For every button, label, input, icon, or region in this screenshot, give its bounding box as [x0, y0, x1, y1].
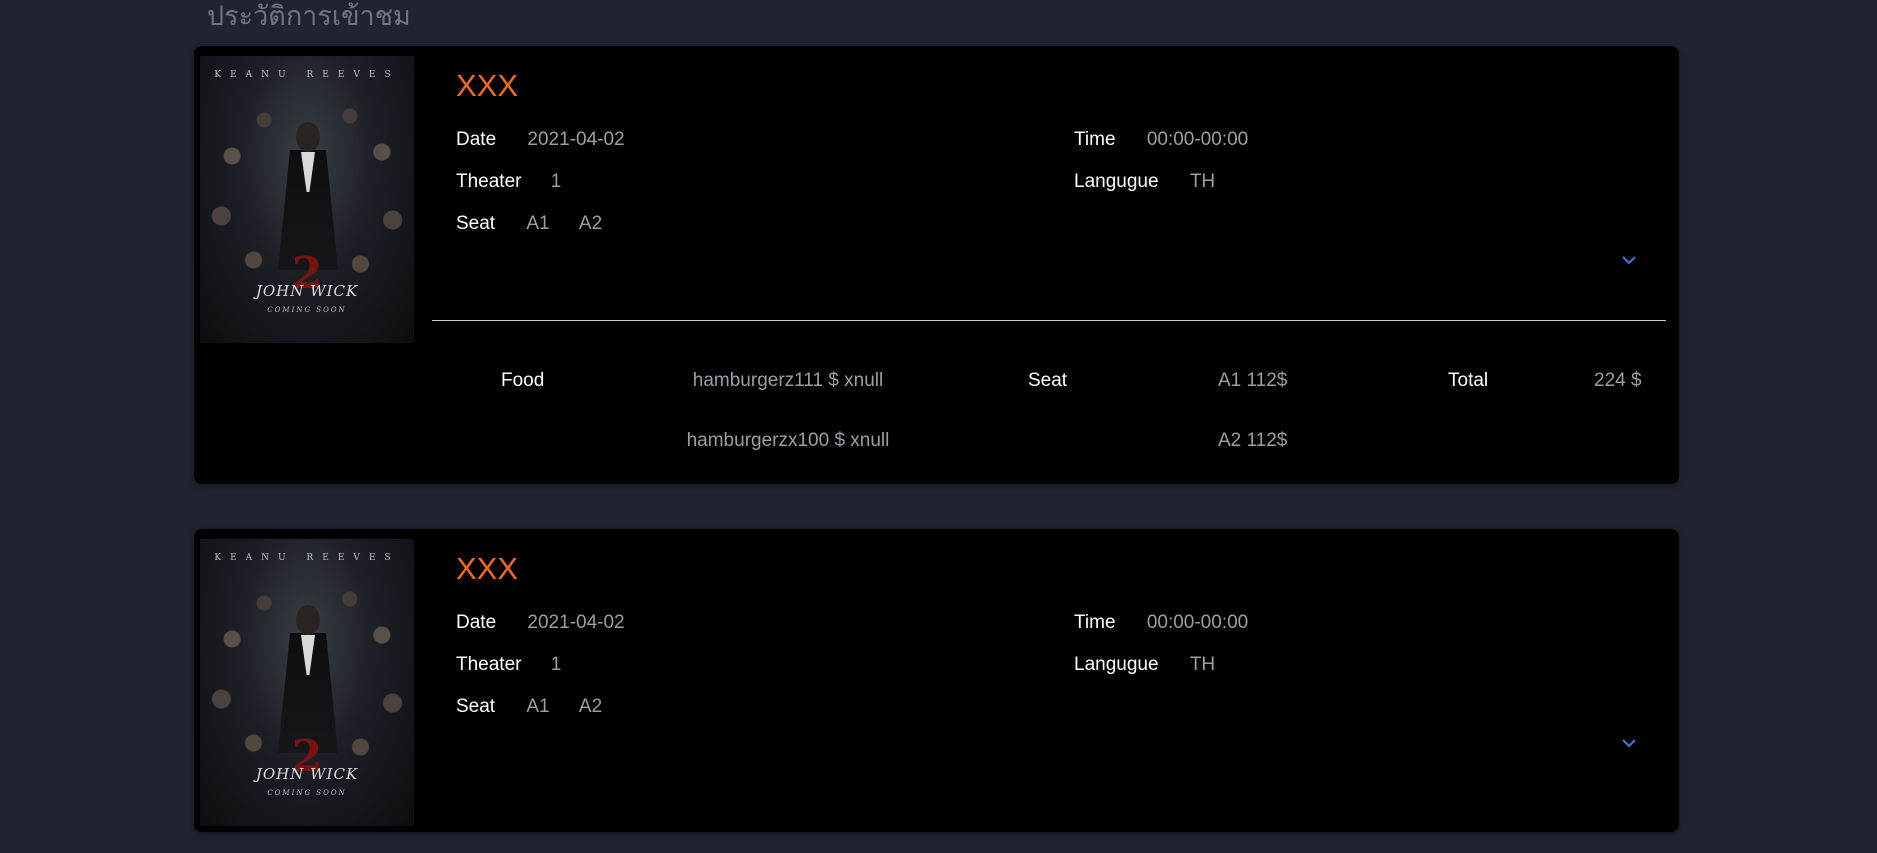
seat-value: A2 [578, 213, 603, 234]
date-label: Date [456, 612, 497, 633]
chevron-down-icon [1622, 739, 1636, 748]
date-value: 2021-04-02 [527, 612, 625, 633]
date-value: 2021-04-02 [527, 129, 625, 150]
page-title: ประวัติการเข้าชม [207, 1, 411, 32]
movie-poster: KEANU REEVES 2 JOHN WICK COMING SOON [200, 56, 414, 343]
language-label: Langugue [1074, 654, 1159, 675]
time-row: Time 00:00-00:00 [1074, 128, 1248, 152]
time-label: Time [1074, 129, 1116, 150]
theater-label: Theater [456, 171, 522, 192]
language-value: TH [1189, 171, 1216, 192]
booking-card: KEANU REEVES 2 JOHN WICK COMING SOON XXX… [194, 529, 1679, 832]
expand-toggle-button[interactable] [1619, 736, 1639, 750]
seat-label: Seat [456, 213, 496, 234]
poster-actor-text: KEANU REEVES [214, 70, 400, 80]
seat-value: A2 [578, 696, 603, 717]
food-label: Food [501, 370, 545, 391]
poster-film-title: JOHN WICK [255, 765, 359, 783]
poster-tagline: COMING SOON [267, 789, 347, 797]
seat-price-item: A2 112$ [1218, 430, 1288, 451]
seat-price-item: A1 112$ [1218, 370, 1288, 391]
poster-tagline: COMING SOON [267, 306, 347, 314]
seat-price-label: Seat [1028, 370, 1068, 391]
total-value: 224 $ [1594, 370, 1642, 391]
details-divider [432, 320, 1666, 321]
language-value: TH [1189, 654, 1216, 675]
language-row: Langugue TH [1074, 170, 1215, 194]
date-row: Date 2021-04-02 [456, 611, 625, 635]
chevron-down-icon [1622, 256, 1636, 265]
date-label: Date [456, 129, 497, 150]
seat-value: A1 [526, 213, 550, 234]
movie-title: XXX [456, 551, 519, 586]
time-label: Time [1074, 612, 1116, 633]
food-item: hamburgerz111 $ xnull [692, 370, 884, 391]
seat-label: Seat [456, 696, 496, 717]
theater-value: 1 [550, 171, 562, 192]
movie-title: XXX [456, 68, 519, 103]
theater-value: 1 [550, 654, 562, 675]
theater-label: Theater [456, 654, 522, 675]
time-value: 00:00-00:00 [1146, 129, 1249, 150]
total-label: Total [1448, 370, 1489, 391]
poster-film-title: JOHN WICK [255, 282, 359, 300]
date-row: Date 2021-04-02 [456, 128, 625, 152]
time-row: Time 00:00-00:00 [1074, 611, 1248, 635]
time-value: 00:00-00:00 [1146, 612, 1249, 633]
movie-poster: KEANU REEVES 2 JOHN WICK COMING SOON [200, 539, 414, 826]
seat-row: Seat A1 A2 [456, 212, 602, 236]
theater-row: Theater 1 [456, 170, 561, 194]
collapse-toggle-button[interactable] [1619, 253, 1639, 267]
language-label: Langugue [1074, 171, 1159, 192]
food-item: hamburgerzx100 $ xnull [686, 430, 890, 451]
language-row: Langugue TH [1074, 653, 1215, 677]
seat-value: A1 [526, 696, 550, 717]
seat-row: Seat A1 A2 [456, 695, 602, 719]
theater-row: Theater 1 [456, 653, 561, 677]
poster-actor-text: KEANU REEVES [214, 553, 400, 563]
booking-card: KEANU REEVES 2 JOHN WICK COMING SOON XXX… [194, 46, 1679, 484]
